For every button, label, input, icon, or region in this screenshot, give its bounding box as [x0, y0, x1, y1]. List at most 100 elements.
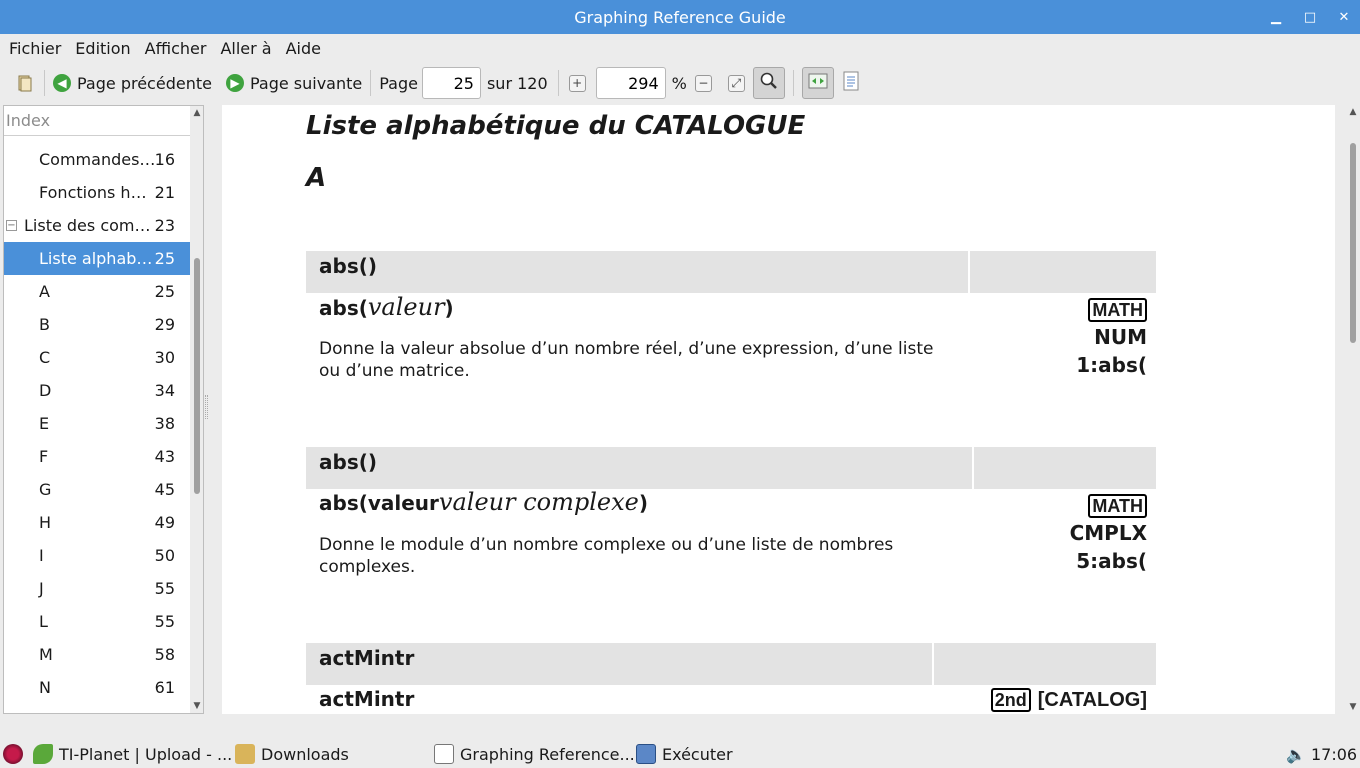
page-heading: Liste alphabétique du CATALOGUE [306, 111, 806, 141]
fit-width-icon [808, 73, 828, 93]
index-item[interactable]: G 45 [4, 473, 190, 506]
sidebar-scrollbar[interactable]: ▲ ▼ [190, 106, 203, 713]
arrow-right-icon: ▶ [225, 74, 244, 92]
document-icon [842, 71, 860, 95]
index-item-selected[interactable]: Liste alphab… 25 [4, 242, 190, 275]
entry-header: abs() [306, 447, 1156, 489]
prev-page-label: Page précédente [77, 73, 212, 93]
raspberry-icon [3, 744, 23, 764]
volume-control[interactable]: 🔈 [1286, 742, 1306, 766]
index-list: Commandes… 16 Fonctions h… 21 − Liste des c… [4, 143, 190, 704]
window-icon [636, 744, 656, 764]
entry-syntax: actMintr [319, 687, 415, 711]
menu-edition[interactable]: Edition [68, 39, 137, 58]
key-cap: 2nd [990, 688, 1031, 712]
document-viewer: Liste alphabétique du CATALOGUE A abs() … [210, 105, 1360, 714]
index-item[interactable]: I 50 [4, 539, 190, 572]
menu-aide[interactable]: Aide [279, 39, 328, 58]
pane-splitter[interactable] [205, 395, 208, 419]
key-sequence: MATH NUM 1:abs( [1076, 298, 1147, 377]
arrow-left-icon: ◀ [53, 74, 71, 92]
entry-header: abs() [306, 251, 1156, 293]
header-cell [972, 447, 1156, 489]
document-viewer-icon [434, 744, 454, 764]
book-icon [14, 72, 36, 94]
task-run[interactable]: Exécuter [636, 742, 733, 766]
index-item[interactable]: H 49 [4, 506, 190, 539]
scroll-up-icon[interactable]: ▲ [190, 106, 203, 120]
key-cap: MATH [1088, 298, 1147, 322]
index-item[interactable]: Fonctions h… 21 [4, 176, 190, 209]
menu-aller[interactable]: Aller à [213, 39, 278, 58]
window-title: Graphing Reference Guide [574, 7, 786, 27]
collapse-icon[interactable]: − [6, 220, 17, 231]
leaf-icon [33, 744, 53, 764]
index-item[interactable]: J 55 [4, 572, 190, 605]
key-cap: MATH [1088, 494, 1147, 518]
header-cell [932, 643, 1156, 685]
toolbar: ◀ Page précédente ▶ Page suivante Page s… [0, 62, 1360, 104]
open-button[interactable] [10, 67, 40, 99]
page-number-input[interactable] [421, 67, 481, 99]
toolbar-separator [792, 70, 794, 96]
page-count-label: sur 120 [486, 73, 548, 93]
fit-width-button[interactable] [801, 67, 834, 99]
task-browser[interactable]: TI-Planet | Upload - ... [33, 742, 232, 766]
zoom-unit-label: % [671, 73, 687, 93]
toolbar-separator [44, 70, 45, 96]
entry-description: Donne le module d’un nombre complexe ou … [319, 535, 894, 577]
document-page: Liste alphabétique du CATALOGUE A abs() … [222, 105, 1335, 714]
next-page-label: Page suivante [249, 73, 363, 93]
index-item[interactable]: F 43 [4, 440, 190, 473]
key-sequence: 2nd [CATALOG] [990, 685, 1147, 714]
scroll-thumb[interactable] [194, 258, 200, 494]
index-item[interactable]: L 55 [4, 605, 190, 638]
entry-header: actMintr [306, 643, 1156, 685]
menu-afficher[interactable]: Afficher [138, 39, 214, 58]
zoom-in-icon[interactable]: + [568, 74, 586, 92]
close-icon[interactable]: ✕ [1336, 10, 1352, 25]
toolbar-separator [557, 70, 559, 96]
task-downloads[interactable]: Downloads [235, 742, 349, 766]
menu-launcher[interactable] [3, 742, 29, 766]
toolbar-separator [370, 70, 372, 96]
zoom-tool-button[interactable] [752, 67, 785, 99]
scroll-down-icon[interactable]: ▼ [190, 699, 203, 713]
title-bar: Graphing Reference Guide ▁ □ ✕ [0, 0, 1360, 34]
task-reference-guide[interactable]: Graphing Reference... [434, 742, 635, 766]
index-search-input[interactable]: Index [4, 106, 190, 136]
continuous-view-button[interactable] [838, 67, 864, 99]
scroll-thumb[interactable] [1350, 143, 1356, 343]
entry-syntax: abs(valeur) [319, 293, 454, 321]
scroll-up-icon[interactable]: ▲ [1346, 105, 1360, 119]
scroll-down-icon[interactable]: ▼ [1346, 700, 1360, 714]
menu-bar: Fichier Edition Afficher Aller à Aide [0, 34, 1360, 62]
next-page-button[interactable]: ▶ Page suivante [222, 67, 366, 99]
index-item[interactable]: M 58 [4, 638, 190, 671]
clock[interactable]: 17:06 [1311, 742, 1357, 766]
index-item[interactable]: − Liste des com… 23 [4, 209, 190, 242]
document-scrollbar[interactable]: ▲ ▼ [1346, 105, 1360, 714]
speaker-icon: 🔈 [1286, 744, 1306, 764]
minimize-icon[interactable]: ▁ [1268, 10, 1284, 25]
menu-fichier[interactable]: Fichier [2, 39, 68, 58]
maximize-icon[interactable]: □ [1302, 10, 1318, 25]
entry-description: Donne la valeur absolue d’un nombre réel… [319, 339, 934, 381]
index-item[interactable]: D 34 [4, 374, 190, 407]
index-item[interactable]: E 38 [4, 407, 190, 440]
key-sequence: MATH CMPLX 5:abs( [1069, 494, 1147, 573]
taskbar: TI-Planet | Upload - ... Downloads Graph… [0, 740, 1360, 768]
zoom-input[interactable] [595, 67, 666, 99]
index-sidebar: Index Commandes… 16 Fonctions h… 21 − Liste… [3, 105, 204, 714]
prev-page-button[interactable]: ◀ Page précédente [49, 67, 216, 99]
section-letter: A [306, 163, 327, 193]
zoom-out-icon[interactable]: − [694, 74, 712, 92]
page-label: Page [379, 73, 418, 93]
index-item[interactable]: C 30 [4, 341, 190, 374]
fit-page-icon[interactable]: ⤢ [727, 74, 745, 92]
folder-icon [235, 744, 255, 764]
index-item[interactable]: Commandes… 16 [4, 143, 190, 176]
index-item[interactable]: N 61 [4, 671, 190, 704]
index-item[interactable]: B 29 [4, 308, 190, 341]
index-item[interactable]: A 25 [4, 275, 190, 308]
